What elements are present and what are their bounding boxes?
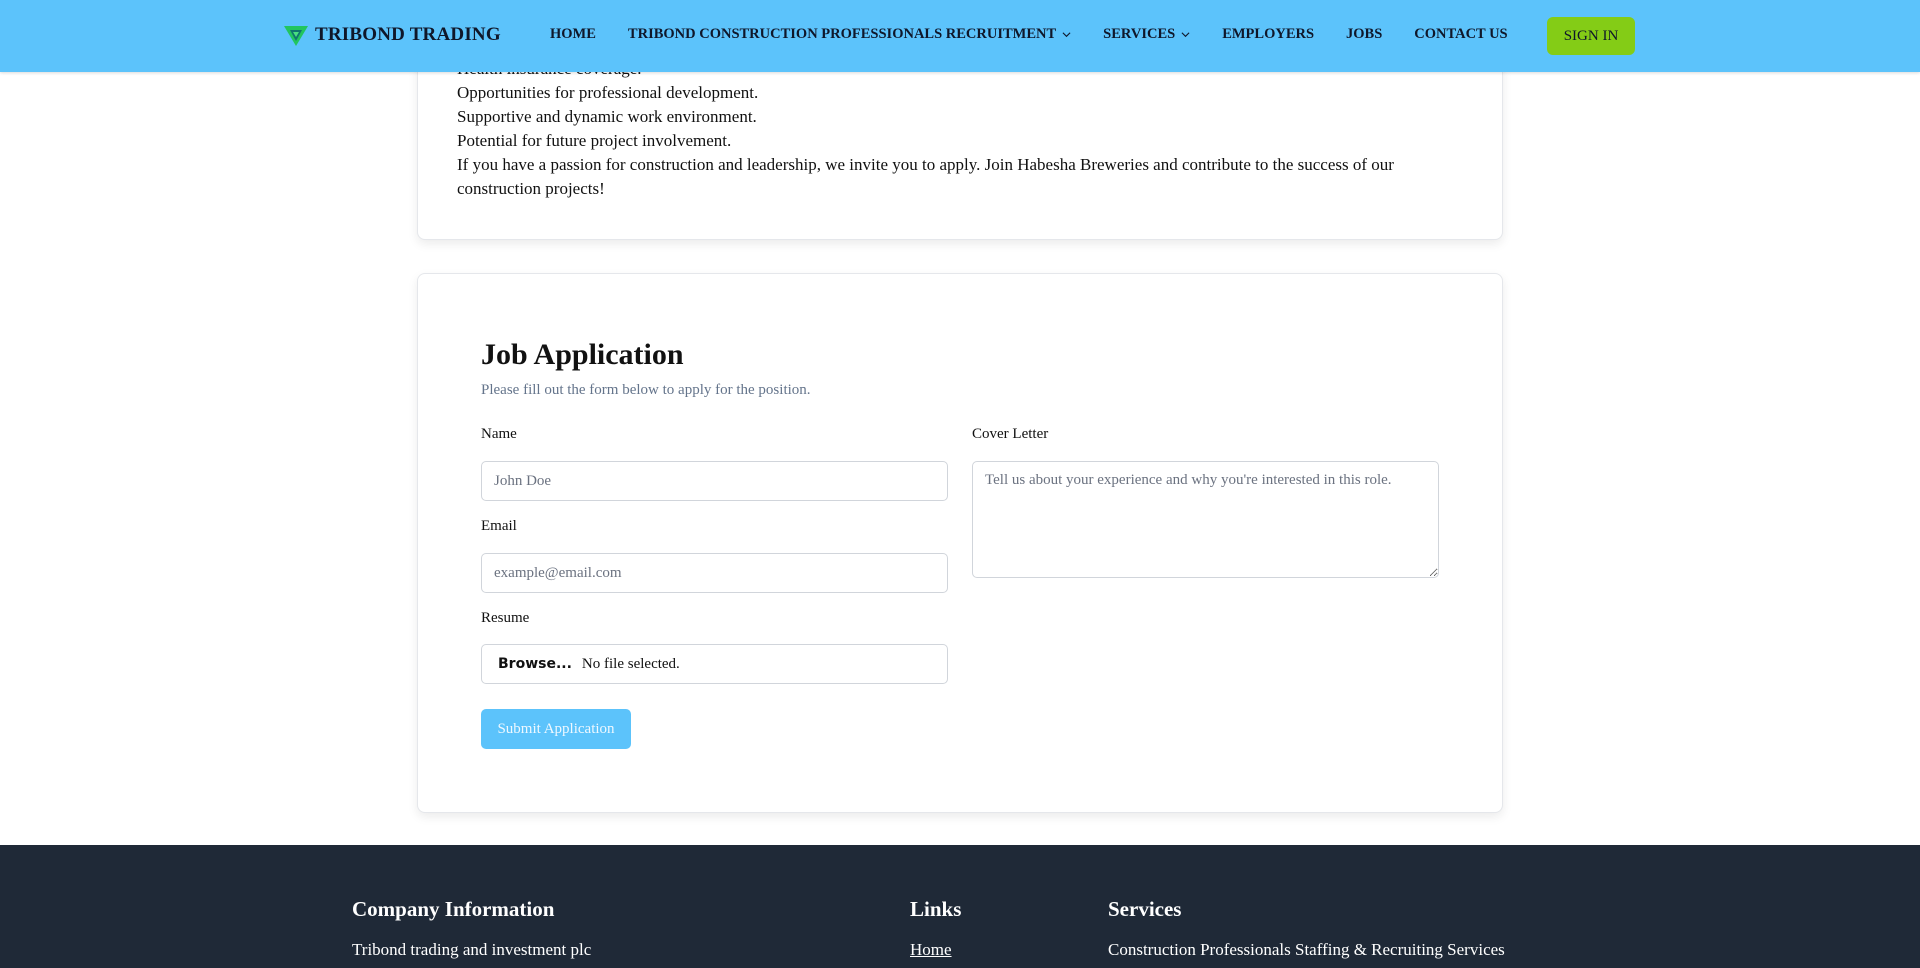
nav-home-label: HOME — [550, 26, 596, 42]
chevron-down-icon — [1181, 32, 1190, 38]
cover-letter-textarea[interactable] — [972, 461, 1439, 578]
footer-services-column: Services Construction Professionals Staf… — [1108, 897, 1505, 960]
nav-home[interactable]: HOME — [550, 26, 596, 43]
nav-services-label: SERVICES — [1103, 26, 1176, 42]
nav-contact-us[interactable]: CONTACT US — [1414, 26, 1507, 43]
footer-link-home[interactable]: Home — [910, 940, 952, 959]
footer-links-heading: Links — [910, 897, 962, 921]
nav-services[interactable]: SERVICES — [1103, 26, 1190, 43]
brand[interactable]: TRIBOND TRADING — [283, 22, 501, 48]
job-application-card: Job Application Please fill out the form… — [417, 273, 1503, 813]
footer-services-heading: Services — [1108, 897, 1182, 921]
footer-company-name: Tribond trading and investment plc — [352, 940, 592, 959]
main-nav: HOME TRIBOND CONSTRUCTION PROFESSIONALS … — [550, 26, 1508, 43]
resume-file-input[interactable]: Browse... No file selected. — [481, 644, 948, 684]
top-navbar: TRIBOND TRADING HOME TRIBOND CONSTRUCTIO… — [0, 0, 1920, 72]
brand-name: TRIBOND TRADING — [315, 24, 501, 45]
nav-contact-us-label: CONTACT US — [1414, 26, 1508, 42]
description-line: Supportive and dynamic work environment. — [457, 107, 757, 126]
chevron-down-icon — [1062, 32, 1071, 38]
name-label: Name — [481, 426, 517, 442]
form-title: Job Application — [481, 338, 684, 371]
footer-company-column: Company Information Tribond trading and … — [352, 897, 591, 960]
browse-button[interactable]: Browse... — [498, 656, 572, 672]
job-description-text: Health insurance coverage. Opportunities… — [457, 57, 1457, 201]
footer-links-column: Links Home — [910, 897, 961, 960]
sign-in-button[interactable]: SIGN IN — [1547, 17, 1635, 55]
resume-label: Resume — [481, 610, 530, 626]
description-line: If you have a passion for construction a… — [457, 155, 1394, 198]
footer: Company Information Tribond trading and … — [0, 845, 1920, 968]
footer-company-heading: Company Information — [352, 897, 555, 921]
email-input[interactable] — [481, 553, 948, 593]
triangle-logo-icon — [284, 26, 308, 46]
nav-employers[interactable]: EMPLOYERS — [1222, 26, 1314, 43]
name-input[interactable] — [481, 461, 948, 501]
nav-recruitment[interactable]: TRIBOND CONSTRUCTION PROFESSIONALS RECRU… — [628, 26, 1071, 43]
description-line: Opportunities for professional developme… — [457, 83, 759, 102]
description-line: Potential for future project involvement… — [457, 131, 732, 150]
nav-employers-label: EMPLOYERS — [1222, 26, 1315, 42]
nav-jobs[interactable]: JOBS — [1346, 26, 1382, 43]
submit-application-button[interactable]: Submit Application — [481, 709, 631, 749]
email-label: Email — [481, 518, 517, 534]
nav-recruitment-label: TRIBOND CONSTRUCTION PROFESSIONALS RECRU… — [627, 26, 1057, 42]
file-status: No file selected. — [581, 655, 680, 672]
cover-letter-label: Cover Letter — [972, 426, 1049, 442]
nav-jobs-label: JOBS — [1346, 26, 1383, 42]
footer-service-item: Construction Professionals Staffing & Re… — [1108, 940, 1505, 959]
form-subtitle: Please fill out the form below to apply … — [481, 382, 811, 398]
